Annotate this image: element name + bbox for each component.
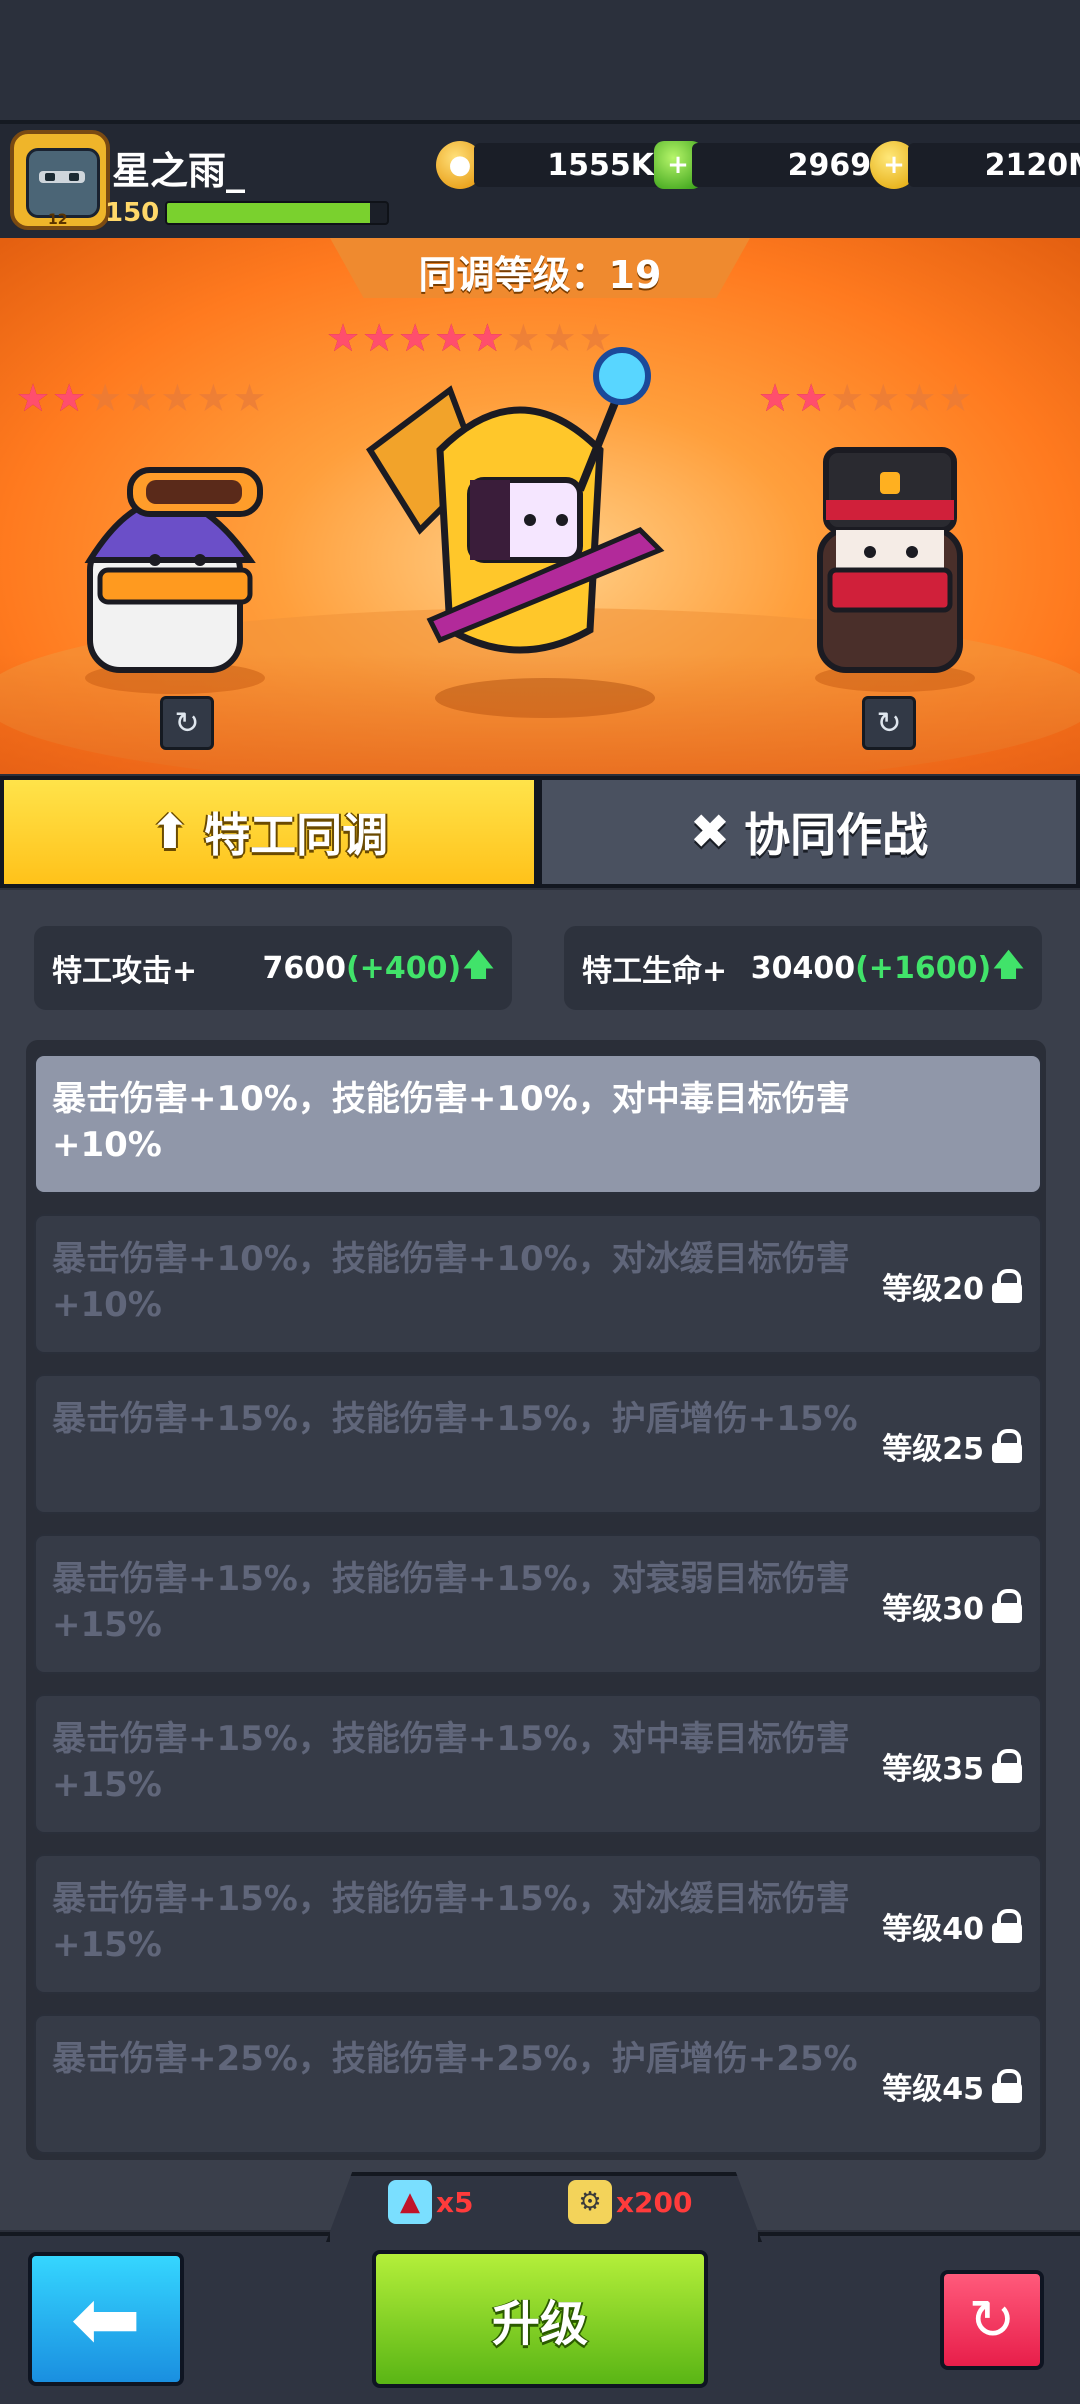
bonus-text: 暴击伤害+15%，技能伤害+15%，对冰缓目标伤害+15% bbox=[52, 1879, 850, 1965]
purple-beanie-hero-icon bbox=[84, 467, 263, 673]
bonus-row-unlocked[interactable]: 暴击伤害+10%，技能伤害+10%，对中毒目标伤害+10% bbox=[34, 1054, 1042, 1194]
bonus-row-locked[interactable]: 暴击伤害+10%，技能伤害+10%，对冰缓目标伤害+10% 等级20 bbox=[34, 1214, 1042, 1354]
unlock-level: 等级45 bbox=[882, 2016, 1022, 2156]
unlock-level-label: 等级30 bbox=[882, 1592, 984, 1627]
currency-value: 1555K bbox=[474, 143, 664, 187]
player-name: 星之雨_ bbox=[112, 149, 246, 193]
lock-icon bbox=[992, 1589, 1022, 1623]
cost-amount: x200 bbox=[616, 2185, 693, 2219]
stat-value: 30400 bbox=[750, 950, 856, 986]
bonus-row-locked[interactable]: 暴击伤害+15%，技能伤害+15%，对衰弱目标伤害+15% 等级30 bbox=[34, 1534, 1042, 1674]
player-level: 150 bbox=[105, 198, 160, 228]
bonus-row-locked[interactable]: 暴击伤害+25%，技能伤害+25%，护盾增伤+25% 等级45 bbox=[34, 2014, 1042, 2154]
bonus-text: 暴击伤害+15%，技能伤害+15%，对衰弱目标伤害+15% bbox=[52, 1559, 850, 1645]
swap-icon: ↻ bbox=[174, 705, 200, 741]
unlock-level-label: 等级35 bbox=[882, 1752, 984, 1787]
cost-amount: x5 bbox=[436, 2185, 474, 2219]
bonus-row-locked[interactable]: 暴击伤害+15%，技能伤害+15%，对中毒目标伤害+15% 等级35 bbox=[34, 1694, 1042, 1834]
green-up-arrow-icon: 🡅 bbox=[993, 947, 1024, 983]
unlock-level-label: 等级45 bbox=[882, 2072, 984, 2107]
unlock-level: 等级35 bbox=[882, 1696, 1022, 1836]
unlock-level: 等级25 bbox=[882, 1376, 1022, 1516]
black-hat-hero-icon bbox=[817, 447, 963, 673]
refresh-icon: ↻ bbox=[968, 2287, 1016, 2353]
xp-bar bbox=[165, 201, 390, 225]
cost-parts: ⚙ x200 bbox=[568, 2180, 693, 2224]
stat-attack: 特工攻击+ 7600 (+400) 🡅 bbox=[34, 926, 512, 1010]
currency-value: 2120M bbox=[908, 143, 1080, 187]
tab-agent-sync[interactable]: ⬆ 特工同调 bbox=[0, 776, 538, 888]
swap-left-hero-button[interactable]: ↻ bbox=[160, 696, 214, 750]
star-icon: ★ bbox=[758, 376, 793, 420]
bonus-text: 暴击伤害+10%，技能伤害+10%，对冰缓目标伤害+10% bbox=[52, 1239, 850, 1325]
stat-bonus: (+400) bbox=[345, 950, 462, 986]
back-button[interactable]: ⬅ bbox=[28, 2252, 184, 2386]
status-bar-area bbox=[0, 0, 1080, 120]
player-avatar[interactable]: 12 bbox=[10, 130, 110, 230]
stat-label: 特工生命+ bbox=[582, 954, 728, 989]
crossed-tools-icon: ✖ bbox=[689, 804, 731, 860]
bonus-text: 暴击伤害+10%，技能伤害+10%，对中毒目标伤害+10% bbox=[52, 1079, 850, 1165]
tab-label: 协同作战 bbox=[744, 808, 929, 862]
stat-value: 7600 bbox=[262, 950, 346, 986]
unlock-level: 等级30 bbox=[882, 1536, 1022, 1676]
right-hero[interactable] bbox=[790, 410, 990, 680]
gear-part-icon: ⚙ bbox=[568, 2180, 612, 2224]
bonus-row-locked[interactable]: 暴击伤害+15%，技能伤害+15%，护盾增伤+15% 等级25 bbox=[34, 1374, 1042, 1514]
lock-icon bbox=[992, 1429, 1022, 1463]
xp-bar-fill bbox=[167, 203, 370, 223]
currency-oil[interactable]: ● 1555K bbox=[436, 138, 664, 192]
upload-arrow-icon: ⬆ bbox=[149, 804, 191, 860]
unlock-level-label: 等级40 bbox=[882, 1912, 984, 1947]
center-hero[interactable] bbox=[330, 330, 710, 710]
star-icon: ★ bbox=[16, 376, 51, 420]
golden-knight-hero-icon bbox=[365, 347, 665, 654]
unlock-level: 等级40 bbox=[882, 1856, 1022, 1996]
stat-label: 特工攻击+ bbox=[52, 954, 198, 989]
lock-icon bbox=[992, 1749, 1022, 1783]
unlock-level: 等级20 bbox=[882, 1216, 1022, 1356]
bonus-text: 暴击伤害+25%，技能伤害+25%，护盾增伤+25% bbox=[52, 2039, 858, 2079]
lock-icon bbox=[992, 1909, 1022, 1943]
stat-bonus: (+1600) bbox=[855, 950, 992, 986]
unlock-level-label: 等级20 bbox=[882, 1272, 984, 1307]
cost-crystal: ▲ x5 bbox=[388, 2180, 474, 2224]
swap-right-hero-button[interactable]: ↻ bbox=[862, 696, 916, 750]
bonus-text: 暴击伤害+15%，技能伤害+15%，对中毒目标伤害+15% bbox=[52, 1719, 850, 1805]
lock-icon bbox=[992, 1269, 1022, 1303]
mummy-avatar-icon bbox=[26, 148, 100, 218]
currency-gold[interactable]: + 2120M bbox=[870, 138, 1080, 192]
unlock-level-label: 等级25 bbox=[882, 1432, 984, 1467]
tab-co-op-battle[interactable]: ✖ 协同作战 bbox=[538, 776, 1080, 888]
lock-icon bbox=[992, 2069, 1022, 2103]
bonus-text: 暴击伤害+15%，技能伤害+15%，护盾增伤+15% bbox=[52, 1399, 858, 1439]
back-arrow-icon: ⬅ bbox=[70, 2270, 142, 2368]
red-crystal-icon: ▲ bbox=[388, 2180, 432, 2224]
green-up-arrow-icon: 🡅 bbox=[463, 947, 494, 983]
avatar-rank-badge: 12 bbox=[48, 212, 68, 228]
sync-level-title: 同调等级：19 bbox=[418, 253, 662, 297]
left-hero[interactable] bbox=[60, 410, 290, 680]
reset-button[interactable]: ↻ bbox=[940, 2270, 1044, 2370]
currency-gem[interactable]: + 29694 bbox=[654, 138, 902, 192]
upgrade-button[interactable]: 升级 bbox=[372, 2250, 708, 2388]
stat-health: 特工生命+ 30400 (+1600) 🡅 bbox=[564, 926, 1042, 1010]
upgrade-label: 升级 bbox=[491, 2296, 588, 2352]
swap-icon: ↻ bbox=[876, 705, 902, 741]
player-level-box: 150 bbox=[105, 198, 390, 228]
tab-bar: ⬆ 特工同调 ✖ 协同作战 bbox=[0, 776, 1080, 888]
tab-label: 特工同调 bbox=[204, 808, 389, 862]
bonus-row-locked[interactable]: 暴击伤害+15%，技能伤害+15%，对冰缓目标伤害+15% 等级40 bbox=[34, 1854, 1042, 1994]
